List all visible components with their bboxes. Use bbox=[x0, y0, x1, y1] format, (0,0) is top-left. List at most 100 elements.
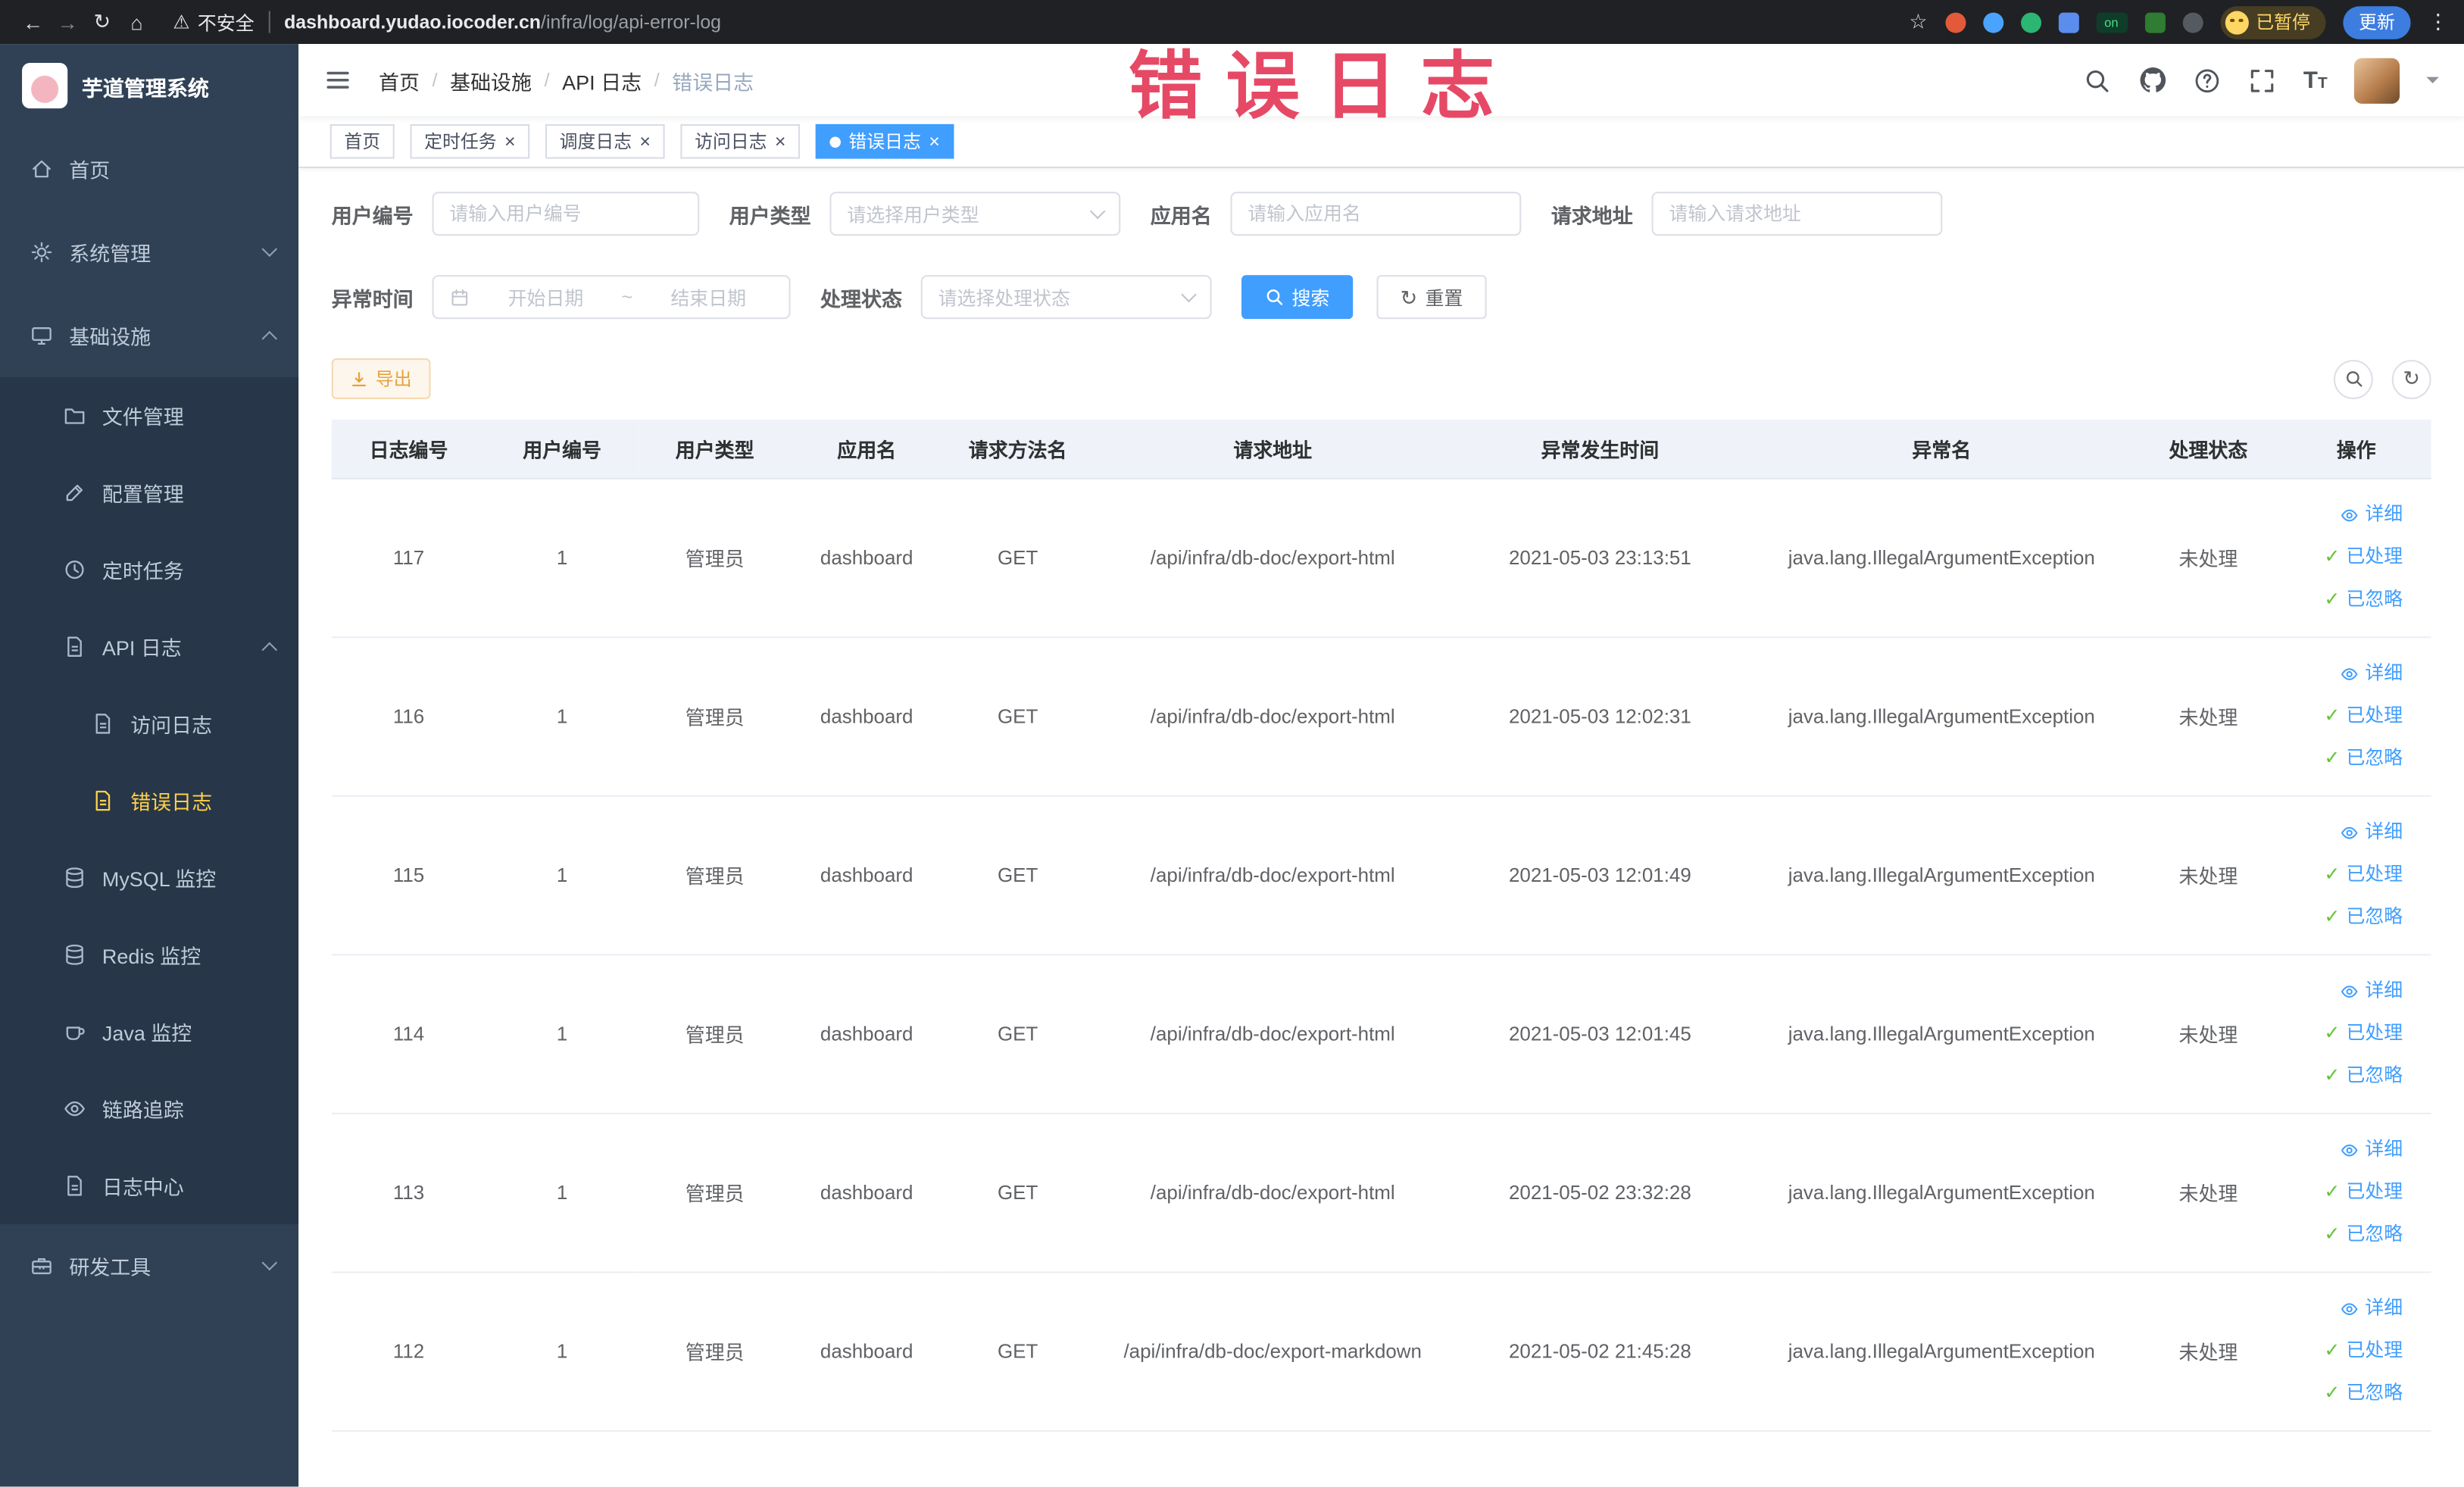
tab-access-log[interactable]: 访问日志 × bbox=[680, 123, 801, 159]
mark-ignored-link[interactable]: ✓ 已忽略 bbox=[2324, 1056, 2403, 1095]
browser-back-icon[interactable]: ← bbox=[16, 5, 51, 39]
search-button[interactable]: 搜索 bbox=[1241, 275, 1354, 320]
col-header-log-id: 日志编号 bbox=[331, 419, 486, 479]
github-icon[interactable] bbox=[2138, 66, 2166, 94]
bookmark-star-icon[interactable]: ☆ bbox=[1909, 9, 1927, 34]
detail-link[interactable]: 详细 bbox=[2340, 654, 2403, 693]
extension-icon-puzzle[interactable] bbox=[2181, 11, 2203, 33]
filter-exception-time: 异常时间 开始日期 ~ 结束日期 bbox=[332, 275, 791, 320]
logo[interactable]: 芋道管理系统 bbox=[0, 44, 298, 127]
cell-status: 未处理 bbox=[2135, 795, 2282, 955]
sidebar-item-scheduled-jobs[interactable]: 定时任务 bbox=[0, 531, 298, 608]
font-size-icon[interactable]: TT bbox=[2303, 67, 2328, 93]
mark-ignored-link[interactable]: ✓ 已忽略 bbox=[2324, 580, 2403, 620]
chevron-down-icon bbox=[261, 241, 278, 258]
mark-ignored-link[interactable]: ✓ 已忽略 bbox=[2324, 1215, 2403, 1254]
address-bar[interactable]: dashboard.yudao.iocoder.cn/infra/log/api… bbox=[284, 11, 721, 33]
browser-update-button[interactable]: 更新 bbox=[2343, 5, 2411, 39]
search-icon[interactable] bbox=[2083, 66, 2111, 94]
extension-icon-blue[interactable] bbox=[1982, 11, 2003, 33]
close-icon[interactable]: × bbox=[639, 132, 651, 151]
toggle-search-button[interactable] bbox=[2333, 359, 2373, 398]
browser-reload-icon[interactable]: ↻ bbox=[85, 5, 120, 39]
tab-error-log[interactable]: 错误日志 × bbox=[815, 123, 954, 159]
breadcrumb-infra[interactable]: 基础设施 bbox=[450, 65, 532, 95]
mark-ignored-link[interactable]: ✓ 已忽略 bbox=[2324, 739, 2403, 778]
sidebar-item-dev-tools[interactable]: 研发工具 bbox=[0, 1224, 298, 1307]
sidebar-item-trace[interactable]: 链路追踪 bbox=[0, 1070, 298, 1148]
sidebar-item-error-log[interactable]: 错误日志 bbox=[0, 762, 298, 839]
sidebar-item-home[interactable]: 首页 bbox=[0, 127, 298, 211]
close-icon[interactable]: × bbox=[929, 132, 940, 151]
mark-ignored-link[interactable]: ✓ 已忽略 bbox=[2324, 1373, 2403, 1413]
sidebar-item-mysql-monitor[interactable]: MySQL 监控 bbox=[0, 839, 298, 917]
browser-home-icon[interactable]: ⌂ bbox=[120, 5, 155, 39]
date-range-picker[interactable]: 开始日期 ~ 结束日期 bbox=[432, 275, 791, 320]
cell-user-id: 1 bbox=[486, 477, 639, 638]
hamburger-icon[interactable] bbox=[323, 64, 354, 95]
profile-emoji-icon bbox=[2224, 10, 2248, 34]
extension-icon-grid[interactable] bbox=[2057, 11, 2078, 33]
browser-menu-icon[interactable]: ⋮ bbox=[2428, 9, 2448, 34]
close-icon[interactable]: × bbox=[504, 132, 516, 151]
extension-icon-orange[interactable] bbox=[1944, 11, 1966, 33]
browser-forward-icon[interactable]: → bbox=[50, 5, 85, 39]
mark-processed-link[interactable]: ✓ 已处理 bbox=[2324, 696, 2403, 736]
eye-icon bbox=[2340, 982, 2359, 1001]
table-toolbar-right: ↻ bbox=[2333, 359, 2431, 398]
tab-schedule-log[interactable]: 调度日志 × bbox=[545, 123, 665, 159]
extension-icon-tree[interactable] bbox=[2144, 11, 2165, 33]
sidebar-item-access-log[interactable]: 访问日志 bbox=[0, 686, 298, 763]
fullscreen-icon[interactable] bbox=[2248, 66, 2276, 94]
sidebar-item-config-manage[interactable]: 配置管理 bbox=[0, 455, 298, 532]
user-avatar[interactable] bbox=[2353, 57, 2400, 103]
mark-processed-link[interactable]: ✓ 已处理 bbox=[2324, 1331, 2403, 1370]
detail-link[interactable]: 详细 bbox=[2340, 971, 2403, 1011]
extension-icon-on[interactable]: on bbox=[2095, 11, 2128, 33]
home-icon bbox=[30, 157, 53, 180]
detail-link[interactable]: 详细 bbox=[2340, 1130, 2403, 1170]
cell-request-url: /api/infra/db-doc/export-html bbox=[1093, 477, 1453, 638]
check-icon: ✓ bbox=[2324, 587, 2341, 610]
tab-scheduled-jobs[interactable]: 定时任务 × bbox=[410, 123, 530, 159]
detail-link[interactable]: 详细 bbox=[2340, 813, 2403, 852]
export-button[interactable]: 导出 bbox=[331, 358, 431, 399]
avatar-caret-icon[interactable] bbox=[2426, 77, 2439, 90]
cell-status: 未处理 bbox=[2135, 477, 2282, 638]
sidebar-item-redis-monitor[interactable]: Redis 监控 bbox=[0, 917, 298, 994]
help-icon[interactable] bbox=[2194, 66, 2222, 94]
breadcrumb-api-log[interactable]: API 日志 bbox=[562, 65, 642, 95]
detail-link[interactable]: 详细 bbox=[2340, 1289, 2403, 1328]
profile-paused-badge[interactable]: 已暂停 bbox=[2219, 5, 2326, 39]
document-icon bbox=[91, 789, 114, 812]
cell-log-id: 115 bbox=[331, 795, 486, 955]
extension-icon-green[interactable] bbox=[2020, 11, 2041, 33]
table-row: 116 1 管理员 dashboard GET /api/infra/db-do… bbox=[331, 636, 2431, 796]
reset-button[interactable]: ↻ 重置 bbox=[1376, 275, 1487, 320]
mark-ignored-link[interactable]: ✓ 已忽略 bbox=[2324, 898, 2403, 937]
app-name-input[interactable] bbox=[1248, 202, 1504, 225]
mark-processed-link[interactable]: ✓ 已处理 bbox=[2324, 855, 2403, 895]
user-type-select[interactable]: 请选择用户类型 bbox=[829, 192, 1121, 236]
sidebar-item-file-manage[interactable]: 文件管理 bbox=[0, 377, 298, 455]
tab-home[interactable]: 首页 bbox=[329, 123, 395, 159]
close-icon[interactable]: × bbox=[775, 132, 786, 151]
status-select[interactable]: 请选择处理状态 bbox=[920, 275, 1212, 320]
sidebar-item-infra[interactable]: 基础设施 bbox=[0, 294, 298, 377]
mark-processed-link[interactable]: ✓ 已处理 bbox=[2324, 1173, 2403, 1212]
mark-processed-link[interactable]: ✓ 已处理 bbox=[2324, 1014, 2403, 1053]
refresh-table-button[interactable]: ↻ bbox=[2391, 359, 2431, 398]
check-icon: ✓ bbox=[2324, 863, 2341, 886]
breadcrumb-home[interactable]: 首页 bbox=[379, 65, 420, 95]
sidebar-item-system[interactable]: 系统管理 bbox=[0, 211, 298, 294]
sidebar-item-java-monitor[interactable]: Java 监控 bbox=[0, 993, 298, 1070]
sidebar-item-log-center[interactable]: 日志中心 bbox=[0, 1148, 298, 1225]
table-header-row: 日志编号 用户编号 用户类型 应用名 请求方法名 请求地址 异常发生时间 异常名… bbox=[331, 419, 2431, 479]
request-url-input[interactable] bbox=[1669, 202, 1925, 225]
security-chip[interactable]: ⚠ 不安全 bbox=[173, 8, 254, 35]
user-id-input[interactable] bbox=[449, 202, 682, 225]
detail-link[interactable]: 详细 bbox=[2340, 495, 2403, 535]
sidebar-item-api-log[interactable]: API 日志 bbox=[0, 608, 298, 686]
cell-log-id: 116 bbox=[331, 636, 486, 796]
mark-processed-link[interactable]: ✓ 已处理 bbox=[2324, 538, 2403, 577]
